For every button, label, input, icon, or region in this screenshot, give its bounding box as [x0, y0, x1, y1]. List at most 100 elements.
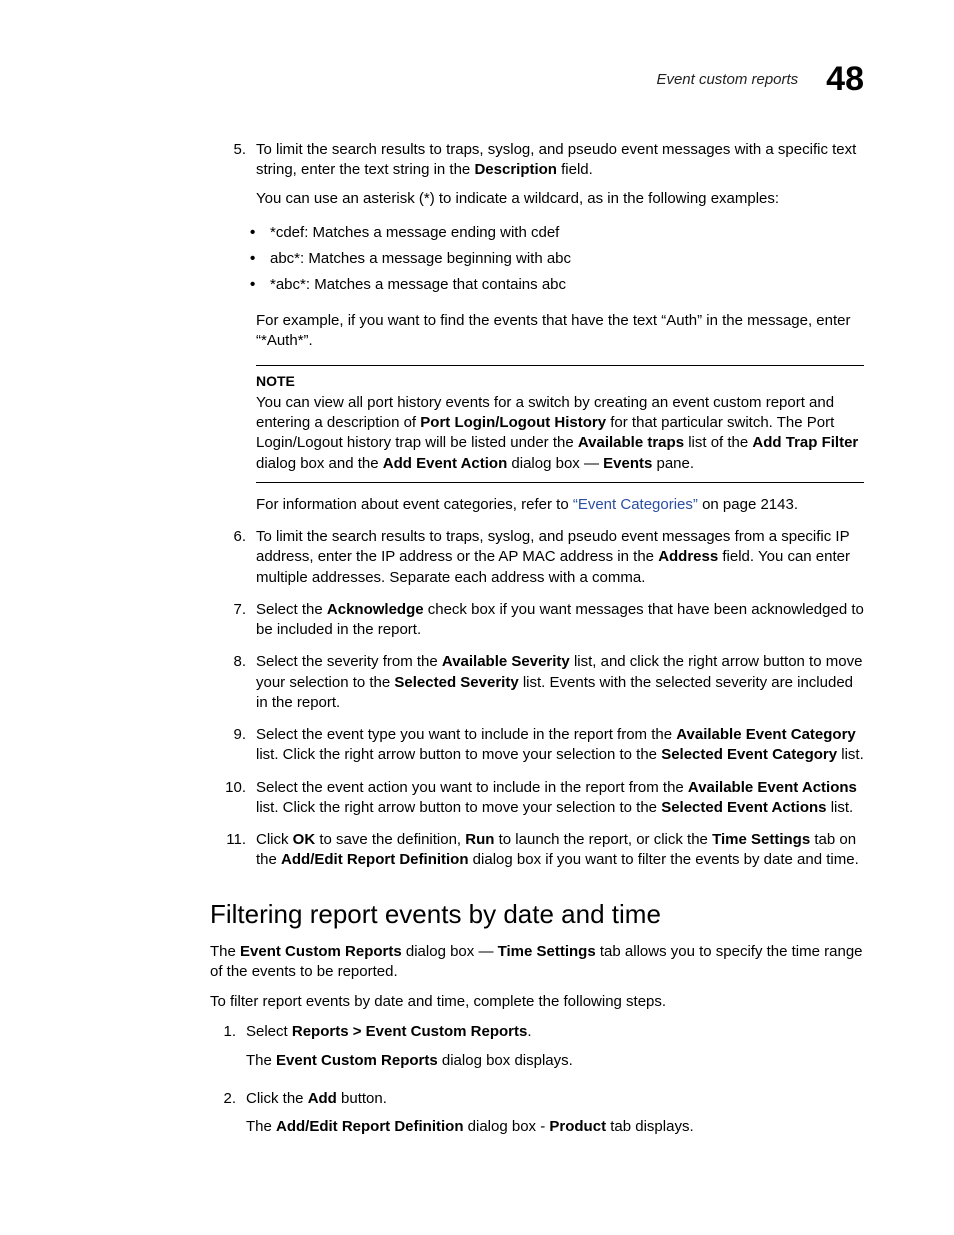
text-run: Click the: [246, 1090, 308, 1107]
bold-text: Selected Event Actions: [661, 799, 826, 816]
list-body: Select the severity from the Available S…: [256, 652, 864, 713]
list-body: To limit the search results to traps, sy…: [256, 140, 864, 217]
bold-text: Add Event Action: [383, 455, 507, 472]
text-run: dialog box —: [402, 943, 498, 960]
text-run: Select: [246, 1023, 292, 1040]
text-run: You can use an asterisk (*) to indicate …: [256, 190, 779, 207]
bold-text: OK: [293, 831, 316, 848]
bold-text: Run: [465, 831, 494, 848]
bold-text: Reports > Event Custom Reports: [292, 1023, 527, 1040]
bullet-list: *cdef: Matches a message ending with cde…: [250, 223, 864, 296]
bold-text: Product: [549, 1118, 606, 1135]
bold-text: Available Severity: [442, 653, 570, 670]
list-item: 8.Select the severity from the Available…: [220, 652, 864, 713]
header-section: Event custom reports: [656, 71, 798, 88]
bullet-item: *cdef: Matches a message ending with cde…: [250, 223, 864, 243]
list-item: 11. Click OK to save the definition, Run …: [220, 830, 864, 871]
list-number: 1.: [210, 1022, 236, 1085]
text-run: dialog box —: [507, 455, 603, 472]
after-note-para: For information about event categories, …: [256, 495, 864, 515]
bullet-item: abc*: Matches a message beginning with a…: [250, 249, 864, 269]
bold-text: Description: [474, 161, 557, 178]
bold-text: Available Event Actions: [688, 779, 857, 796]
list-body: To limit the search results to traps, sy…: [256, 527, 864, 588]
list-number: 10.: [220, 778, 246, 819]
bold-text: Add Trap Filter: [752, 434, 858, 451]
paragraph: To limit the search results to traps, sy…: [256, 527, 864, 588]
text-run: list. Click the right arrow button to mo…: [256, 746, 661, 763]
paragraph: Select the severity from the Available S…: [256, 652, 864, 713]
section-intro-1: The Event Custom Reports dialog box — Ti…: [210, 942, 864, 983]
list-number: 9.: [220, 725, 246, 766]
list-body: Select the event action you want to incl…: [256, 778, 864, 819]
text-run: For information about event categories, …: [256, 496, 573, 513]
text-run: Select the event type you want to includ…: [256, 726, 676, 743]
bold-text: Available traps: [578, 434, 684, 451]
list-body: Select Reports > Event Custom Reports. Th…: [246, 1022, 864, 1085]
text-run: list.: [837, 746, 864, 763]
text-run: dialog box if you want to filter the eve…: [469, 851, 859, 868]
paragraph: Select Reports > Event Custom Reports.: [246, 1022, 864, 1042]
note-text: You can view all port history events for…: [256, 393, 864, 474]
section-intro-2: To filter report events by date and time…: [210, 992, 864, 1012]
list-item: 7.Select the Acknowledge check box if yo…: [220, 600, 864, 641]
paragraph: Select the event type you want to includ…: [256, 725, 864, 766]
text-run: pane.: [652, 455, 694, 472]
paragraph: Click OK to save the definition, Run to …: [256, 830, 864, 871]
bold-text: Acknowledge: [327, 601, 424, 618]
cross-reference-link[interactable]: “Event Categories”: [573, 496, 698, 513]
text-run: list. Click the right arrow button to mo…: [256, 799, 661, 816]
text-run: button.: [337, 1090, 387, 1107]
paragraph: Select the event action you want to incl…: [256, 778, 864, 819]
text-run: dialog box and the: [256, 455, 383, 472]
running-header: Event custom reports 48: [656, 60, 864, 99]
bold-text: Time Settings: [498, 943, 596, 960]
note-label: NOTE: [256, 372, 864, 391]
bold-text: Selected Severity: [394, 674, 518, 691]
text-run: The: [210, 943, 240, 960]
section-heading: Filtering report events by date and time: [210, 897, 864, 932]
list-body: Select the Acknowledge check box if you …: [256, 600, 864, 641]
bold-text: Port Login/Logout History: [420, 414, 606, 431]
text-run: field.: [557, 161, 593, 178]
text-run: dialog box -: [464, 1118, 550, 1135]
paragraph: To limit the search results to traps, sy…: [256, 140, 864, 181]
text-run: For example, if you want to find the eve…: [256, 312, 851, 349]
text-run: dialog box displays.: [438, 1052, 573, 1069]
list-number: 7.: [220, 600, 246, 641]
text-run: The: [246, 1052, 276, 1069]
bold-text: Event Custom Reports: [276, 1052, 438, 1069]
list-body: Select the event type you want to includ…: [256, 725, 864, 766]
list-number: 2.: [210, 1089, 236, 1152]
list-body: Click OK to save the definition, Run to …: [256, 830, 864, 871]
bullet-item: *abc*: Matches a message that contains a…: [250, 275, 864, 295]
text-run: Click: [256, 831, 293, 848]
bold-text: Available Event Category: [676, 726, 856, 743]
text-run: to save the definition,: [315, 831, 465, 848]
bold-text: Add/Edit Report Definition: [281, 851, 468, 868]
list-item: 1.Select Reports > Event Custom Reports.…: [210, 1022, 864, 1085]
paragraph: You can use an asterisk (*) to indicate …: [256, 189, 864, 209]
list-number: 5.: [220, 140, 246, 217]
text-run: Select the: [256, 601, 327, 618]
list-number: 6.: [220, 527, 246, 588]
paragraph: For example, if you want to find the eve…: [256, 311, 864, 352]
text-run: list of the: [684, 434, 752, 451]
list-item: 5.To limit the search results to traps, …: [220, 140, 864, 217]
content-area: 5.To limit the search results to traps, …: [220, 140, 864, 1151]
list-number: 11.: [220, 830, 246, 871]
text-run: The: [246, 1118, 276, 1135]
text-run: .: [527, 1023, 531, 1040]
note-box: NOTE You can view all port history event…: [256, 365, 864, 483]
list-body: Click the Add button.The Add/Edit Report…: [246, 1089, 864, 1152]
list-number: 8.: [220, 652, 246, 713]
list-item: 6.To limit the search results to traps, …: [220, 527, 864, 588]
header-chapter-number: 48: [826, 60, 864, 99]
list-item: 9. Select the event type you want to incl…: [220, 725, 864, 766]
page: Event custom reports 48 5.To limit the s…: [0, 0, 954, 1235]
list-item: 10. Select the event action you want to i…: [220, 778, 864, 819]
list-item: 2.Click the Add button.The Add/Edit Repo…: [210, 1089, 864, 1152]
text-run: to launch the report, or click the: [494, 831, 712, 848]
text-run: tab displays.: [606, 1118, 694, 1135]
paragraph: Click the Add button.: [246, 1089, 864, 1109]
